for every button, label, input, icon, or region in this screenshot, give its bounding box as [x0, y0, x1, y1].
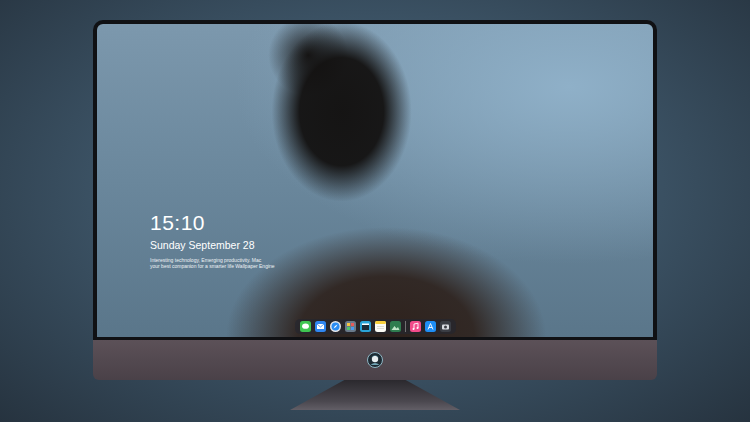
safari-icon[interactable] — [330, 321, 341, 332]
monitor-chin — [93, 340, 657, 380]
dock — [295, 319, 456, 334]
clock: 15:10 — [150, 211, 653, 234]
launchpad-icon[interactable] — [345, 321, 356, 332]
clapper-icon[interactable] — [360, 321, 371, 332]
lock-screen: 15:10 Sunday September 28 Interesting tech… — [97, 24, 653, 337]
dock-separator — [405, 321, 406, 332]
caption: Interesting technology, Emerging product… — [150, 257, 653, 270]
monitor-stand — [290, 380, 460, 410]
notes-icon[interactable] — [375, 321, 386, 332]
appstore-icon[interactable] — [425, 321, 436, 332]
photos-icon[interactable] — [390, 321, 401, 332]
music-icon[interactable] — [410, 321, 421, 332]
camera-icon[interactable] — [440, 321, 451, 332]
lock-info: 15:10 Sunday September 28 Interesting tech… — [150, 211, 653, 270]
messages-icon[interactable] — [300, 321, 311, 332]
mail-icon[interactable] — [315, 321, 326, 332]
monitor-bezel: 15:10 Sunday September 28 Interesting tech… — [93, 20, 657, 340]
date: Sunday September 28 — [150, 239, 653, 253]
caption-line: Interesting technology, Emerging product… — [150, 257, 653, 264]
caption-line: your best companion for a smarter life W… — [150, 263, 653, 270]
desktop-background: 15:10 Sunday September 28 Interesting tech… — [0, 0, 750, 422]
logo-icon — [367, 352, 383, 368]
